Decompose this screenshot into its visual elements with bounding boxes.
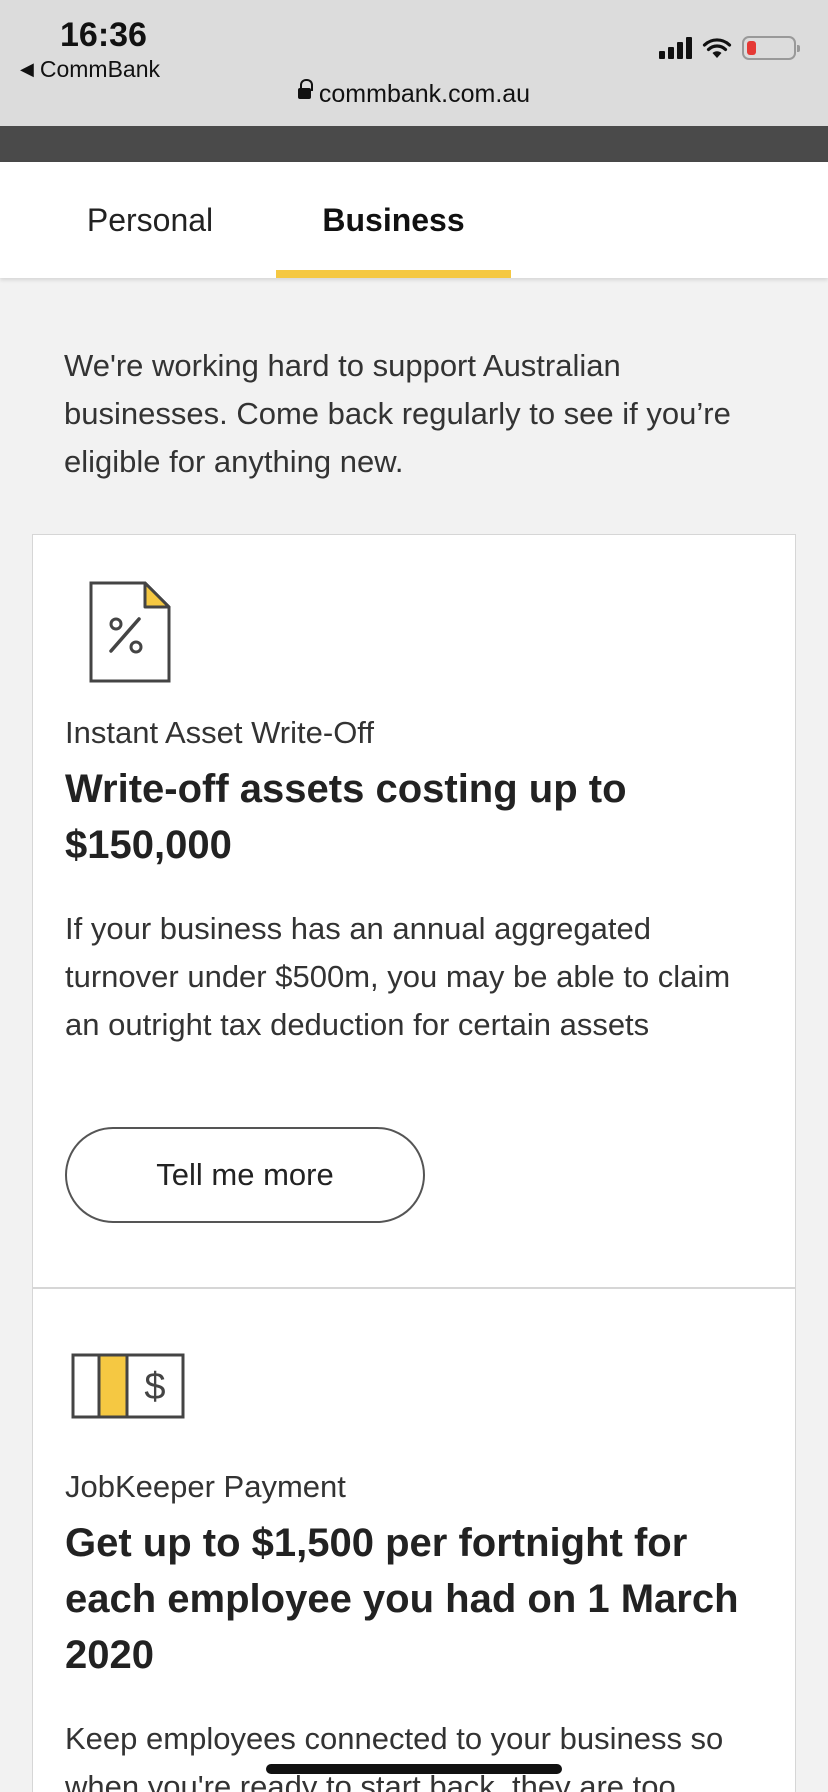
url-text: commbank.com.au [318,80,531,108]
back-triangle-icon: ◀ [20,59,34,79]
tab-business[interactable]: Business [276,162,511,278]
back-to-app-link[interactable]: ◀ CommBank [20,56,160,83]
offer-card-jobkeeper-payment: $ JobKeeper Payment Get up to $1,500 per… [32,1288,796,1792]
card-label: JobKeeper Payment [65,1469,346,1504]
tell-me-more-button[interactable]: Tell me more [65,1127,425,1223]
status-bar: 16:36 ◀ CommBank commbank.com.au [0,0,828,126]
system-icons [659,36,800,60]
card-body: If your business has an annual aggregate… [65,911,731,1042]
cellular-signal-icon [659,37,692,59]
site-header-bar [0,126,828,162]
svg-text:$: $ [144,1366,165,1408]
segment-tabs: Personal Business [0,162,828,278]
home-indicator [266,1764,562,1774]
battery-low-icon [742,36,800,60]
active-tab-indicator [276,270,511,278]
card-heading: Write-off assets costing up to $150,000 [65,767,627,867]
battery-level [747,41,756,55]
card-label: Instant Asset Write-Off [65,715,374,750]
offer-card-instant-asset-write-off: Instant Asset Write-Off Write-off assets… [32,534,796,1288]
intro-text: We're working hard to support Australian… [64,348,731,479]
tab-personal[interactable]: Personal [60,162,240,278]
percent-document-icon [89,581,171,683]
card-heading: Get up to $1,500 per fortnight for each … [65,1521,739,1677]
address-bar[interactable]: commbank.com.au [0,79,828,109]
back-app-label: CommBank [39,56,160,82]
status-time: 16:36 [60,16,147,54]
money-note-icon: $ [71,1353,185,1419]
lock-icon [297,79,313,103]
card-body: Keep employees connected to your busines… [65,1721,724,1792]
wifi-icon [702,38,732,58]
